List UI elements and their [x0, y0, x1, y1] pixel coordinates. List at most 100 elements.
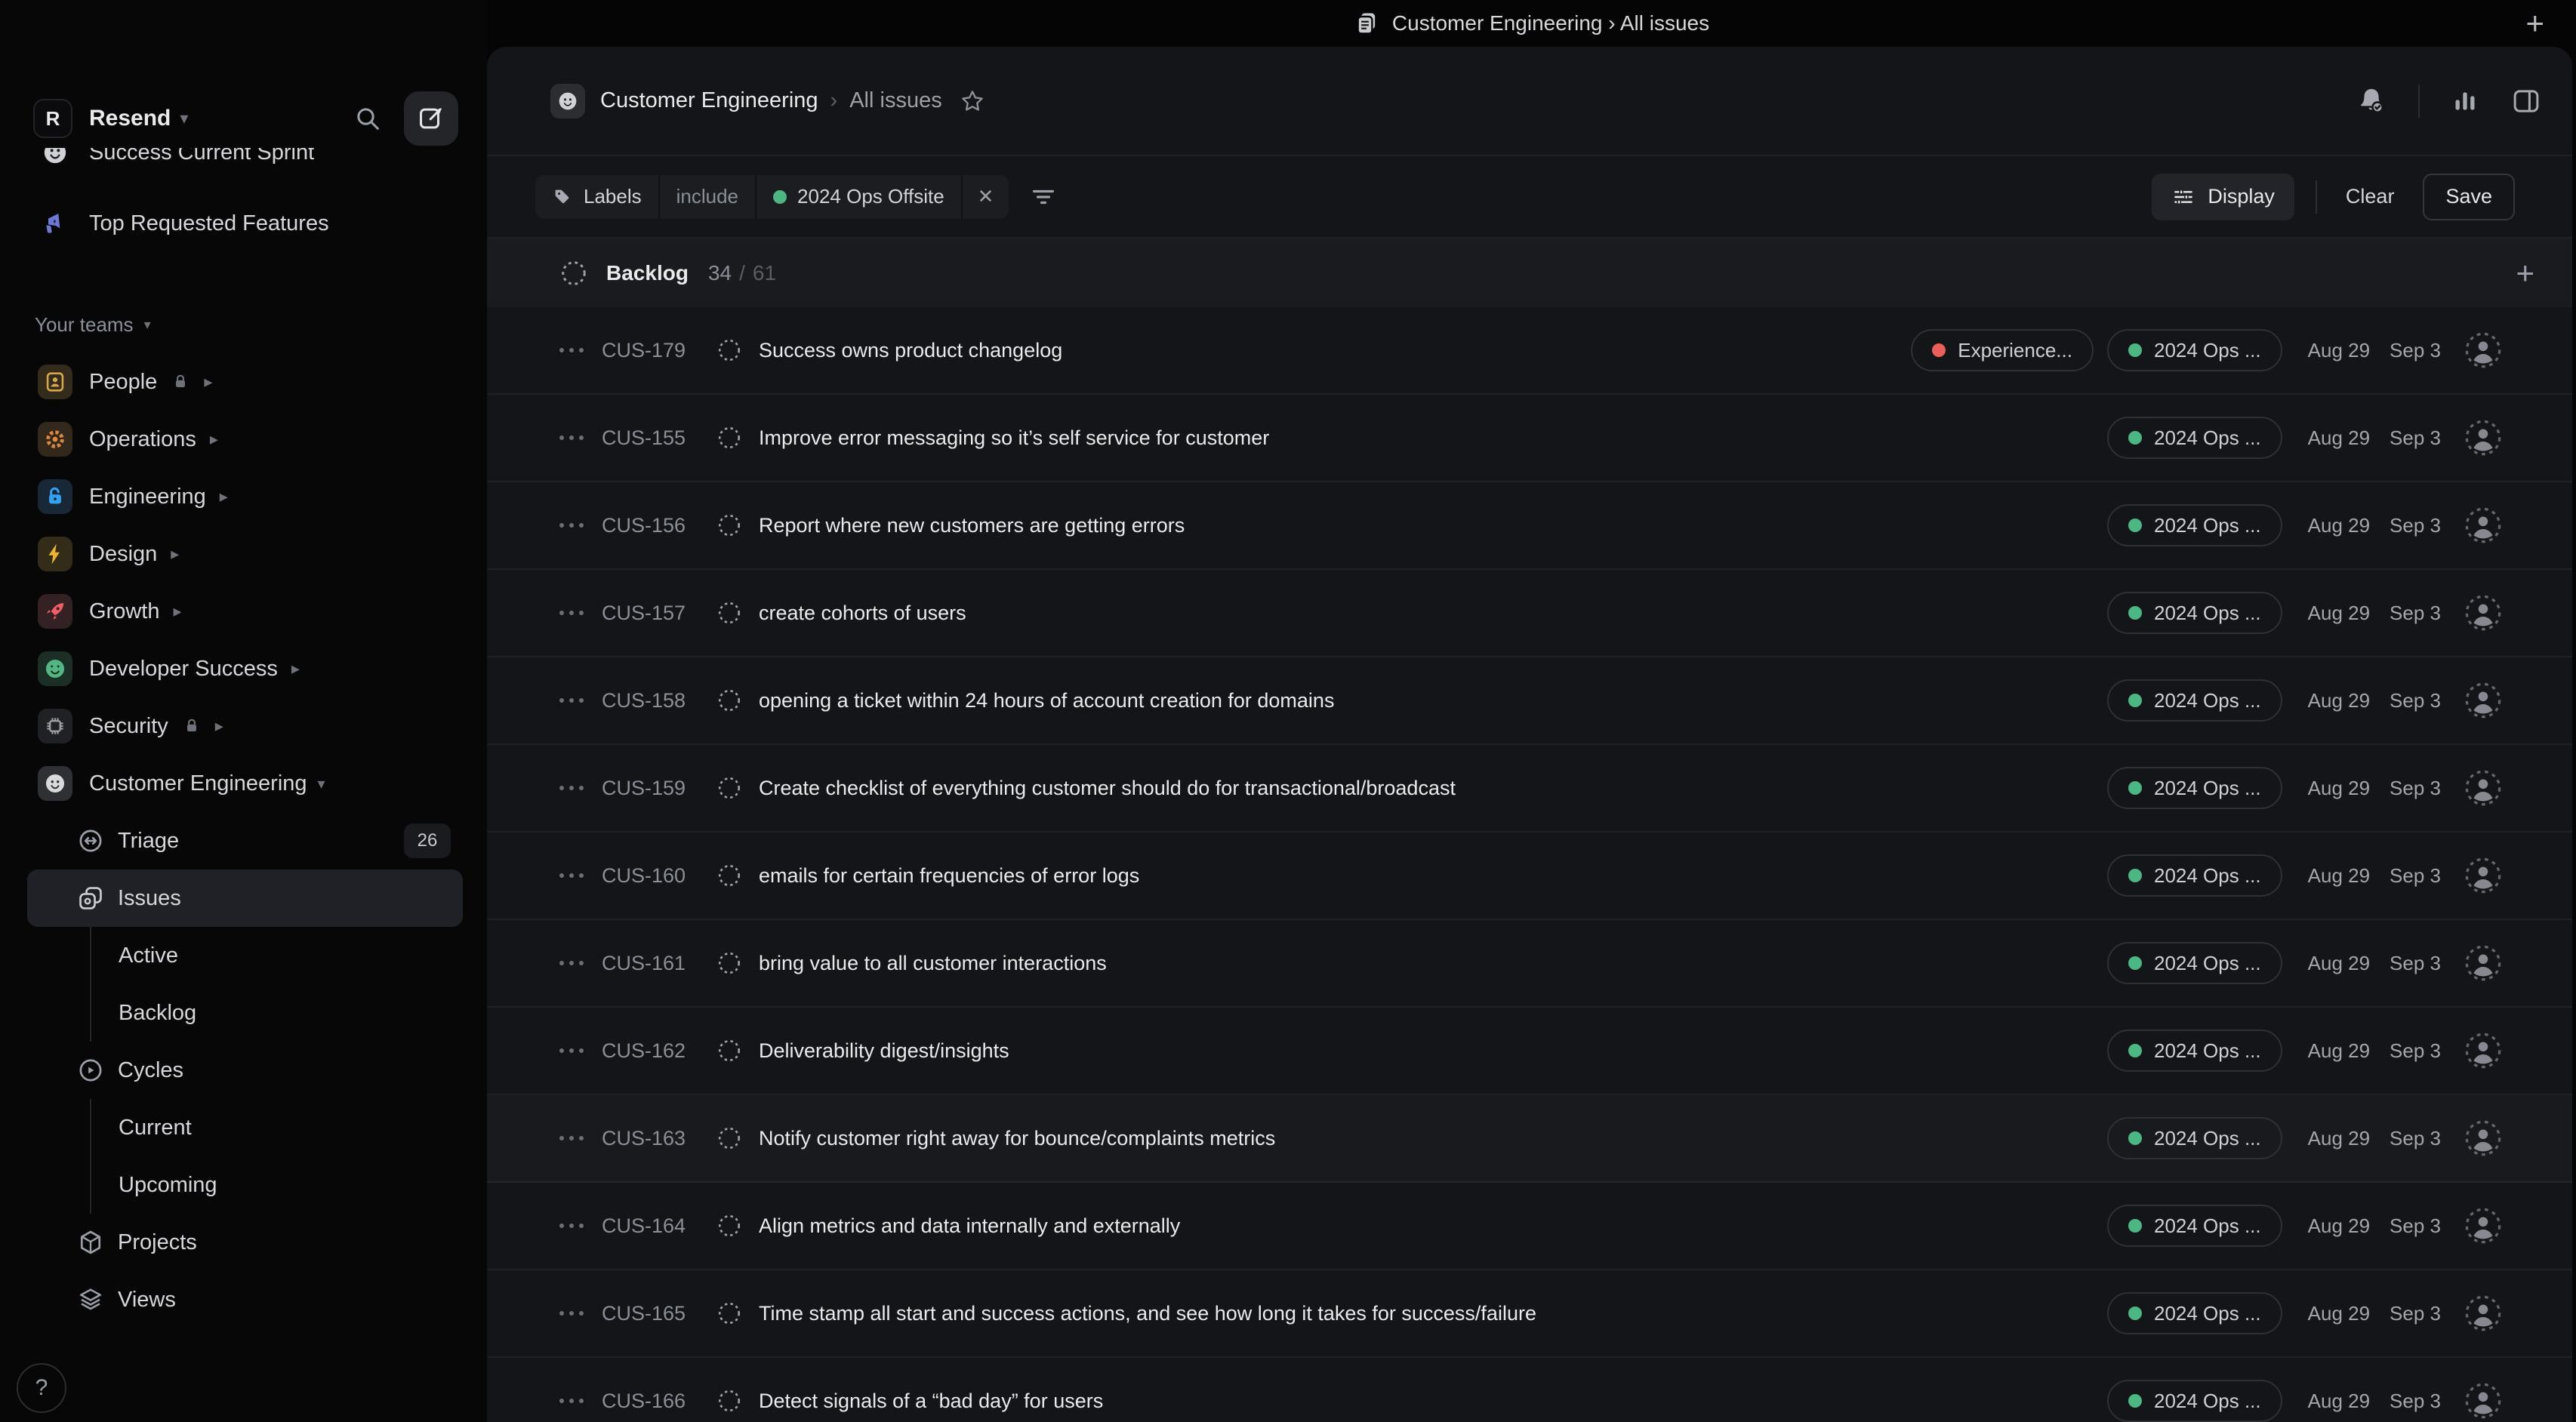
priority-none-icon[interactable] — [559, 1399, 602, 1403]
issue-row[interactable]: CUS-163 Notify customer right away for b… — [487, 1095, 2572, 1183]
priority-none-icon[interactable] — [559, 1223, 602, 1228]
sidebar-team-operations[interactable]: Operations ▸ — [0, 411, 487, 468]
search-icon[interactable] — [353, 103, 383, 134]
priority-none-icon[interactable] — [559, 1311, 602, 1316]
assignee-avatar-icon[interactable] — [2464, 506, 2503, 545]
backlog-status-icon[interactable] — [716, 1388, 742, 1414]
issue-title[interactable]: Report where new customers are getting e… — [759, 514, 1185, 537]
assignee-avatar-icon[interactable] — [2464, 1119, 2503, 1158]
assignee-avatar-icon[interactable] — [2464, 1206, 2503, 1245]
sidebar-team-developer-success[interactable]: Developer Success ▸ — [0, 640, 487, 697]
assignee-avatar-icon[interactable] — [2464, 418, 2503, 457]
assignee-avatar-icon[interactable] — [2464, 593, 2503, 633]
label-chip-ops-offsite[interactable]: 2024 Ops ... — [2107, 942, 2282, 984]
backlog-status-icon[interactable] — [716, 600, 742, 626]
sidebar-team-engineering[interactable]: Engineering ▸ — [0, 468, 487, 525]
label-chip-ops-offsite[interactable]: 2024 Ops ... — [2107, 592, 2282, 634]
issue-row[interactable]: CUS-164 Align metrics and data internall… — [487, 1183, 2572, 1270]
sidebar-team-customer-engineering[interactable]: Customer Engineering ▾ — [0, 755, 487, 812]
sidebar-item-current[interactable]: Current — [91, 1099, 487, 1156]
issue-title[interactable]: Create checklist of everything customer … — [759, 777, 1456, 800]
sidebar-item-cycles[interactable]: Cycles — [0, 1042, 487, 1099]
new-tab-button[interactable]: + — [2525, 0, 2544, 47]
issue-row[interactable]: CUS-179 Success owns product changelog E… — [487, 307, 2572, 395]
sidebar-item-upcoming[interactable]: Upcoming — [91, 1156, 487, 1214]
sidebar-team-people[interactable]: People ▸ — [0, 353, 487, 411]
assignee-avatar-icon[interactable] — [2464, 943, 2503, 983]
add-filter-icon[interactable] — [1028, 182, 1058, 212]
breadcrumb-team[interactable]: Customer Engineering — [600, 88, 818, 113]
label-chip-ops-offsite[interactable]: 2024 Ops ... — [2107, 679, 2282, 722]
backlog-status-icon[interactable] — [716, 775, 742, 801]
issue-title[interactable]: opening a ticket within 24 hours of acco… — [759, 689, 1334, 713]
backlog-status-icon[interactable] — [716, 688, 742, 713]
label-chip-ops-offsite[interactable]: 2024 Ops ... — [2107, 329, 2282, 371]
sidebar-team-security[interactable]: Security ▸ — [0, 697, 487, 755]
new-issue-compose-button[interactable] — [404, 91, 458, 146]
backlog-group-header[interactable]: Backlog 34 / 61 + — [487, 239, 2572, 307]
backlog-status-icon[interactable] — [716, 337, 742, 363]
filter-value[interactable]: 2024 Ops Offsite — [756, 175, 963, 219]
label-chip-ops-offsite[interactable]: 2024 Ops ... — [2107, 767, 2282, 809]
issue-title[interactable]: Improve error messaging so it’s self ser… — [759, 426, 1269, 450]
backlog-status-icon[interactable] — [716, 425, 742, 451]
save-view-button[interactable]: Save — [2423, 174, 2515, 220]
assignee-avatar-icon[interactable] — [2464, 1381, 2503, 1420]
priority-none-icon[interactable] — [559, 523, 602, 528]
backlog-status-icon[interactable] — [716, 1213, 742, 1239]
issue-title[interactable]: emails for certain frequencies of error … — [759, 864, 1139, 888]
issue-row[interactable]: CUS-162 Deliverability digest/insights 2… — [487, 1008, 2572, 1095]
issue-title[interactable]: create cohorts of users — [759, 602, 966, 625]
issue-row[interactable]: CUS-158 opening a ticket within 24 hours… — [487, 657, 2572, 745]
label-chip-ops-offsite[interactable]: 2024 Ops ... — [2107, 504, 2282, 546]
add-issue-button[interactable]: + — [2516, 255, 2534, 291]
assignee-avatar-icon[interactable] — [2464, 856, 2503, 895]
label-chip-ops-offsite[interactable]: 2024 Ops ... — [2107, 1292, 2282, 1334]
sidebar-team-design[interactable]: Design ▸ — [0, 525, 487, 583]
your-teams-section[interactable]: Your teams ▾ — [0, 302, 487, 347]
issue-row[interactable]: CUS-160 emails for certain frequencies o… — [487, 833, 2572, 920]
side-panel-toggle-icon[interactable] — [2510, 85, 2542, 117]
priority-none-icon[interactable] — [559, 436, 602, 440]
issue-title[interactable]: bring value to all customer interactions — [759, 952, 1107, 975]
backlog-status-icon[interactable] — [716, 512, 742, 538]
priority-none-icon[interactable] — [559, 1048, 602, 1053]
favorite-star-icon[interactable] — [959, 88, 986, 115]
assignee-avatar-icon[interactable] — [2464, 1031, 2503, 1070]
assignee-avatar-icon[interactable] — [2464, 331, 2503, 370]
filter-remove-icon[interactable]: ✕ — [963, 175, 1009, 219]
priority-none-icon[interactable] — [559, 873, 602, 878]
sidebar-team-growth[interactable]: Growth ▸ — [0, 583, 487, 640]
issue-title[interactable]: Time stamp all start and success actions… — [759, 1302, 1536, 1325]
backlog-status-icon[interactable] — [716, 1125, 742, 1151]
backlog-status-icon[interactable] — [716, 863, 742, 888]
assignee-avatar-icon[interactable] — [2464, 1294, 2503, 1333]
sidebar-item-triage[interactable]: Triage 26 — [0, 812, 487, 870]
help-button[interactable]: ? — [17, 1363, 66, 1413]
priority-none-icon[interactable] — [559, 348, 602, 352]
priority-none-icon[interactable] — [559, 698, 602, 703]
label-chip-ops-offsite[interactable]: 2024 Ops ... — [2107, 1380, 2282, 1422]
label-chip-experience[interactable]: Experience... — [1911, 329, 2094, 371]
filter-operator[interactable]: include — [660, 175, 756, 219]
priority-none-icon[interactable] — [559, 611, 602, 615]
clear-filters-button[interactable]: Clear — [2338, 185, 2402, 208]
issue-row[interactable]: CUS-155 Improve error messaging so it’s … — [487, 395, 2572, 482]
issue-title[interactable]: Notify customer right away for bounce/co… — [759, 1127, 1275, 1150]
label-chip-ops-offsite[interactable]: 2024 Ops ... — [2107, 1117, 2282, 1159]
priority-none-icon[interactable] — [559, 786, 602, 790]
sidebar-item-success-current-sprint[interactable]: Success Current Sprint — [0, 148, 487, 181]
sidebar-item-projects[interactable]: Projects — [0, 1214, 487, 1271]
sidebar-item-views[interactable]: Views — [0, 1271, 487, 1328]
label-chip-ops-offsite[interactable]: 2024 Ops ... — [2107, 1030, 2282, 1072]
backlog-status-icon[interactable] — [716, 1300, 742, 1326]
sidebar-item-backlog[interactable]: Backlog — [91, 984, 487, 1042]
priority-none-icon[interactable] — [559, 1136, 602, 1140]
issue-title[interactable]: Align metrics and data internally and ex… — [759, 1214, 1180, 1238]
sidebar-item-active[interactable]: Active — [91, 927, 487, 984]
display-options-button[interactable]: Display — [2152, 174, 2294, 220]
filter-field[interactable]: Labels — [535, 175, 660, 219]
backlog-status-icon[interactable] — [716, 950, 742, 976]
issue-title[interactable]: Detect signals of a “bad day” for users — [759, 1390, 1103, 1413]
label-chip-ops-offsite[interactable]: 2024 Ops ... — [2107, 1205, 2282, 1247]
